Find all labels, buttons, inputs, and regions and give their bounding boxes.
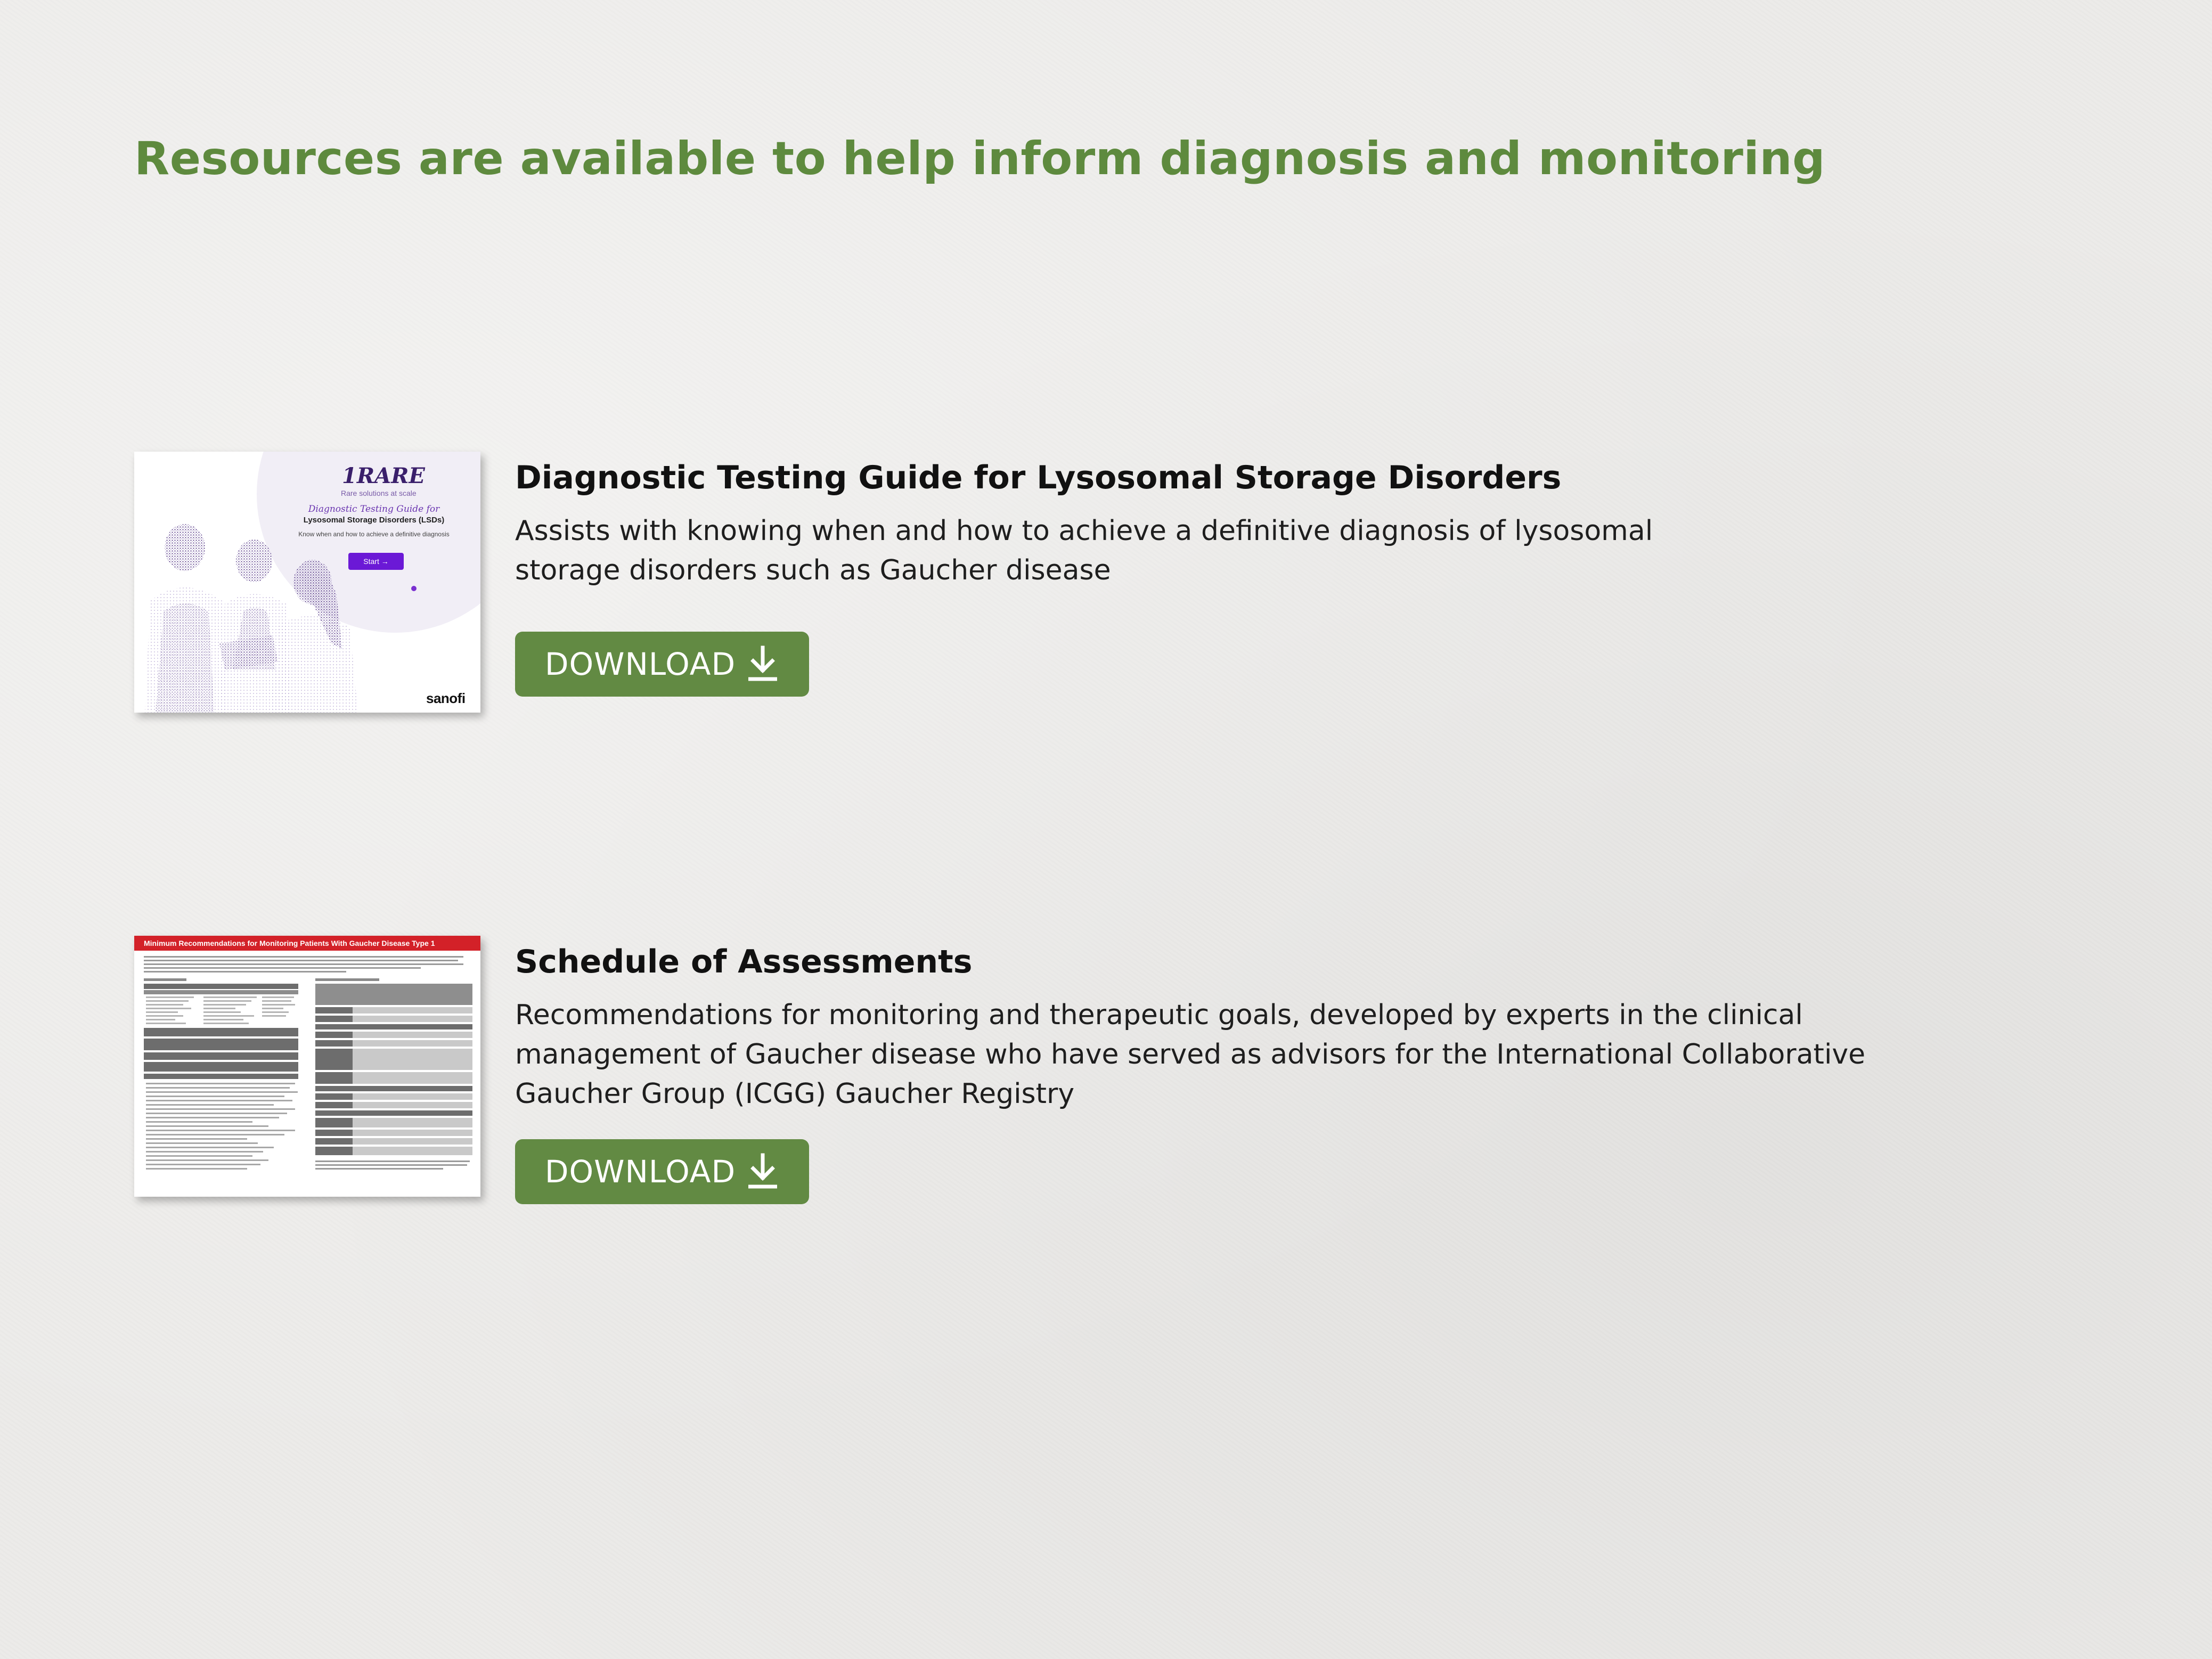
resource-title: Schedule of Assessments (515, 943, 973, 980)
clinicians-illustration (145, 524, 358, 713)
download-icon (748, 645, 778, 681)
assessment-table-preview (144, 956, 472, 1170)
download-button-label: DOWNLOAD (544, 1154, 736, 1190)
page-heading: Resources are available to help inform d… (134, 132, 1826, 185)
download-button-diagnostic-guide[interactable]: DOWNLOAD (515, 632, 809, 697)
resource-description: Recommendations for monitoring and thera… (515, 999, 1866, 1110)
resource-info: Diagnostic Testing Guide for Lysosomal S… (515, 459, 2060, 590)
thumbnail-tagline: Rare solutions at scale (341, 489, 417, 497)
sanofi-logo: sanofi (426, 690, 466, 706)
thumbnail-dot (411, 586, 417, 591)
thumbnail-brand: 1RARE (342, 463, 425, 488)
diagnostic-guide-thumbnail[interactable]: 1RARE Rare solutions at scale Diagnostic… (134, 452, 480, 713)
resource-description: Assists with knowing when and how to ach… (515, 515, 1653, 586)
resource-info: Schedule of Assessments Recommendations … (515, 943, 2060, 1114)
download-button-label: DOWNLOAD (544, 646, 736, 682)
resource-title: Diagnostic Testing Guide for Lysosomal S… (515, 459, 1562, 496)
download-button-schedule[interactable]: DOWNLOAD (515, 1139, 809, 1204)
download-icon (748, 1153, 778, 1189)
thumbnail-banner: Minimum Recommendations for Monitoring P… (134, 936, 480, 951)
schedule-thumbnail[interactable]: Minimum Recommendations for Monitoring P… (134, 936, 480, 1197)
